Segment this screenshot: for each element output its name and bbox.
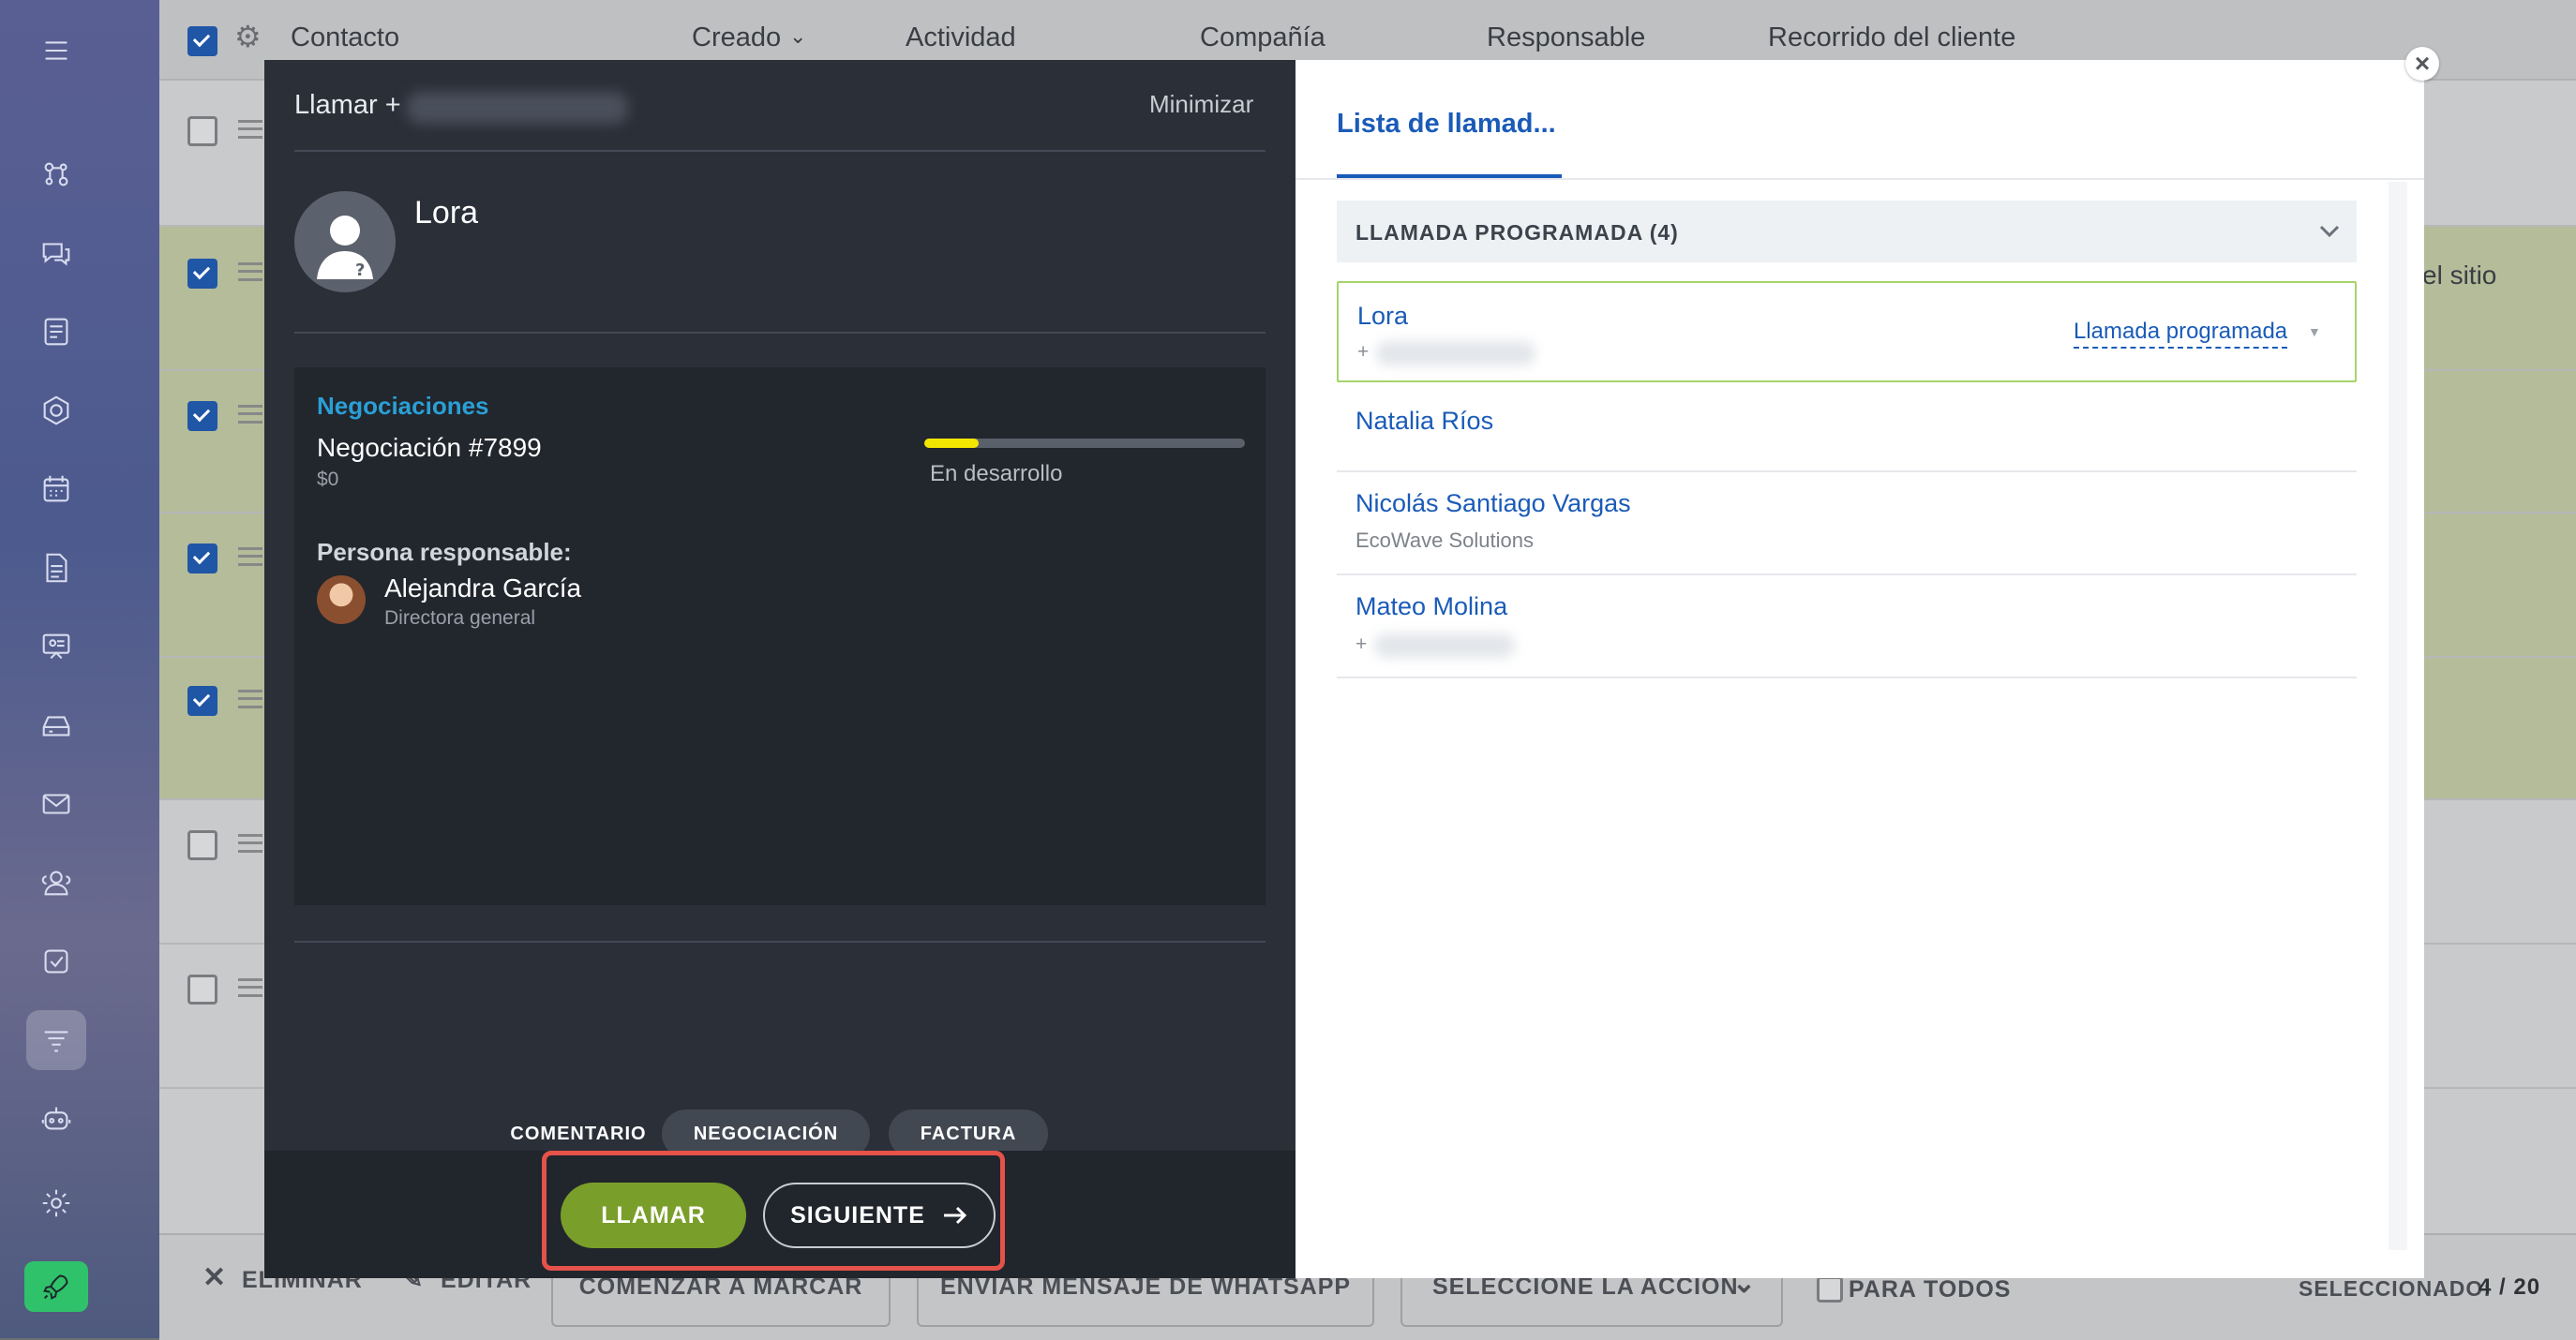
- drag-handle-icon[interactable]: [238, 834, 262, 853]
- call-item-company: EcoWave Solutions: [1355, 529, 1534, 552]
- deal-name[interactable]: Negociación #7899: [317, 433, 542, 463]
- hexagon-icon[interactable]: [26, 380, 86, 440]
- document-icon[interactable]: [26, 538, 86, 598]
- phone-number-redacted: [407, 92, 628, 124]
- list-item[interactable]: Natalia Ríos: [1337, 384, 2357, 472]
- row-checkbox[interactable]: [187, 830, 217, 860]
- close-icon[interactable]: ×: [2405, 47, 2439, 81]
- list-item[interactable]: Nicolás Santiago Vargas EcoWave Solution…: [1337, 472, 2357, 575]
- list-item[interactable]: Lora + Llamada programada ▼: [1337, 281, 2357, 382]
- contacts-icon[interactable]: [26, 853, 86, 913]
- divider: [294, 941, 1266, 943]
- drag-handle-icon[interactable]: [238, 405, 262, 424]
- chevron-down-icon: ⌄: [789, 24, 807, 48]
- divider: [1295, 178, 2424, 180]
- call-group-label: LLAMADA PROGRAMADA (4): [1355, 220, 1679, 245]
- minimize-button[interactable]: Minimizar: [1149, 90, 1253, 119]
- drag-handle-icon[interactable]: [238, 978, 262, 997]
- rocket-icon[interactable]: [24, 1261, 88, 1312]
- column-compania[interactable]: Compañía: [1200, 22, 1325, 53]
- phone-redacted: [1376, 341, 1535, 365]
- row-checkbox[interactable]: [187, 975, 217, 1005]
- column-settings-icon[interactable]: ⚙: [234, 22, 262, 52]
- for-all-checkbox[interactable]: [1817, 1276, 1843, 1303]
- call-title: Llamar +: [294, 90, 401, 120]
- divider: [294, 150, 1266, 152]
- selected-count: 4 / 20: [2479, 1274, 2541, 1300]
- avatar: ?: [294, 191, 396, 292]
- call-panel-footer: LLAMAR SIGUIENTE: [264, 1151, 1295, 1278]
- drag-handle-icon[interactable]: [238, 690, 262, 708]
- mail-icon[interactable]: [26, 774, 86, 834]
- column-responsable[interactable]: Responsable: [1487, 22, 1645, 53]
- tab-call-list[interactable]: Lista de llamad...: [1337, 109, 1556, 140]
- tasks-icon[interactable]: [26, 931, 86, 991]
- row-checkbox[interactable]: [187, 259, 217, 289]
- call-item-phone: +: [1355, 633, 1368, 655]
- select-all-checkbox[interactable]: [187, 26, 217, 56]
- customer-journey-cell: el sitio: [2422, 261, 2497, 290]
- next-button-label: SIGUIENTE: [790, 1201, 925, 1228]
- crm-info-card: Negociaciones Negociación #7899 $0 En de…: [294, 367, 1266, 905]
- chat-icon[interactable]: [26, 223, 86, 283]
- deal-stage-progress-fill: [924, 439, 980, 448]
- svg-text:?: ?: [355, 261, 365, 280]
- deal-stage: En desarrollo: [930, 461, 1063, 486]
- list-item[interactable]: Mateo Molina +: [1337, 575, 2357, 678]
- call-item-name[interactable]: Lora: [1357, 302, 1408, 331]
- settings-icon[interactable]: [26, 1173, 86, 1233]
- column-recorrido[interactable]: Recorrido del cliente: [1768, 22, 2015, 53]
- responsible-avatar: [317, 575, 366, 624]
- row-checkbox[interactable]: [187, 401, 217, 431]
- chevron-down-icon: [2319, 225, 2340, 238]
- call-list-panel: Lista de llamad... LLAMADA PROGRAMADA (4…: [1295, 60, 2424, 1278]
- contact-name: Lora: [414, 195, 479, 231]
- feed-icon[interactable]: [26, 302, 86, 362]
- menu-icon[interactable]: [26, 21, 86, 81]
- drag-handle-icon[interactable]: [238, 120, 262, 139]
- drive-icon[interactable]: [26, 695, 86, 755]
- scrollbar[interactable]: [2389, 182, 2407, 1250]
- next-button[interactable]: SIGUIENTE: [763, 1183, 996, 1248]
- column-creado[interactable]: Creado: [692, 22, 781, 53]
- row-checkbox[interactable]: [187, 116, 217, 146]
- for-all-label: PARA TODOS: [1849, 1276, 2012, 1303]
- deal-stage-progress: [924, 439, 1245, 448]
- call-button[interactable]: LLAMAR: [561, 1183, 746, 1248]
- row-checkbox[interactable]: [187, 543, 217, 573]
- call-status-dropdown[interactable]: Llamada programada: [2074, 319, 2288, 349]
- column-contacto[interactable]: Contacto: [291, 22, 399, 53]
- call-panel: Llamar + Minimizar ? Lora Negociaciones …: [264, 60, 1295, 1278]
- calendar-icon[interactable]: [26, 459, 86, 519]
- phone-redacted: [1374, 633, 1515, 658]
- deals-heading[interactable]: Negociaciones: [317, 392, 489, 421]
- responsible-name[interactable]: Alejandra García: [384, 573, 581, 603]
- funnel-icon[interactable]: [26, 1010, 86, 1070]
- delete-icon: ✕: [202, 1262, 228, 1293]
- call-item-phone: +: [1357, 341, 1370, 363]
- divider: [294, 332, 1266, 334]
- column-actividad[interactable]: Actividad: [906, 22, 1016, 53]
- call-item-name[interactable]: Mateo Molina: [1355, 592, 1507, 621]
- selected-label: SELECCIONADO:: [2299, 1276, 2492, 1301]
- call-item-name[interactable]: Nicolás Santiago Vargas: [1355, 489, 1631, 518]
- drag-handle-icon[interactable]: [238, 547, 262, 566]
- responsible-role: Directora general: [384, 607, 536, 629]
- app-sidebar: [0, 0, 159, 1338]
- caret-down-icon: ▼: [2308, 324, 2321, 339]
- robot-icon[interactable]: [26, 1089, 86, 1149]
- unknown-user-icon: ?: [317, 216, 373, 280]
- crm-icon[interactable]: [26, 144, 86, 204]
- row-checkbox[interactable]: [187, 686, 217, 716]
- call-group-header[interactable]: LLAMADA PROGRAMADA (4): [1337, 201, 2357, 262]
- presentation-icon[interactable]: [26, 617, 86, 677]
- call-item-name[interactable]: Natalia Ríos: [1355, 407, 1493, 436]
- deal-amount: $0: [317, 469, 339, 490]
- arrow-right-icon: [943, 1206, 966, 1225]
- drag-handle-icon[interactable]: [238, 262, 262, 281]
- responsible-heading: Persona responsable:: [317, 538, 572, 566]
